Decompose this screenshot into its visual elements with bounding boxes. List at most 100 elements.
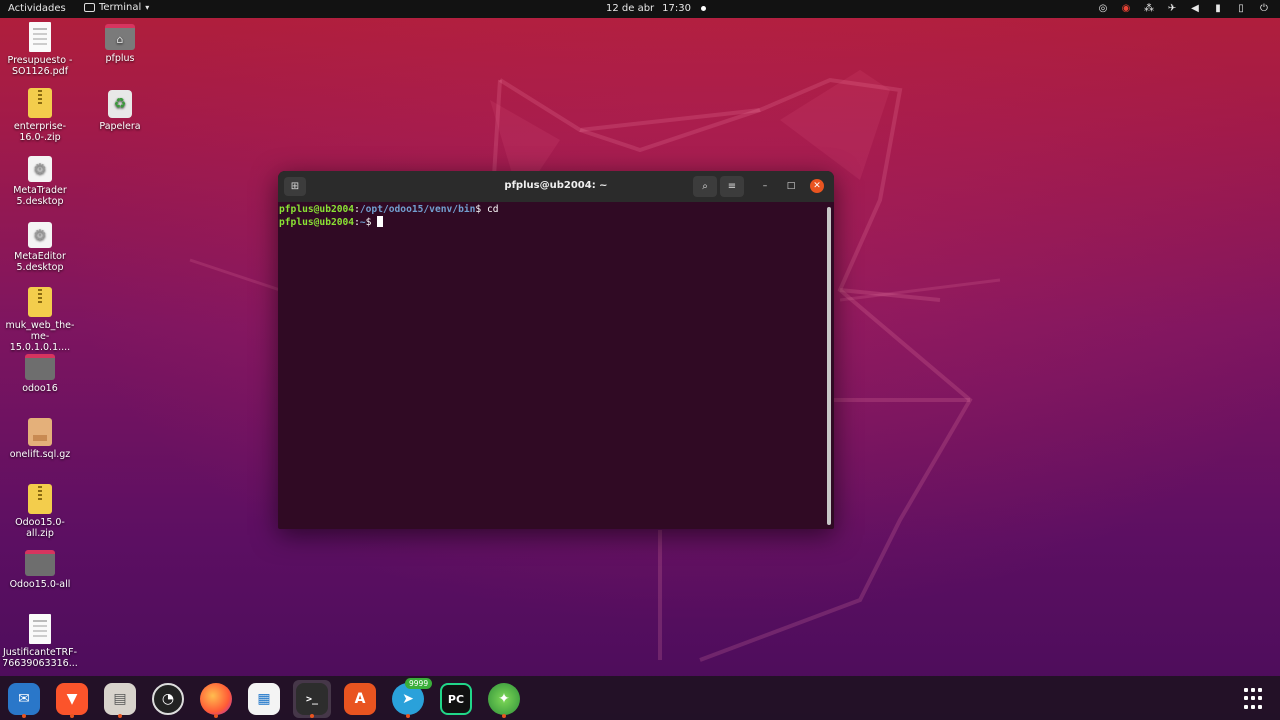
- airplane-mode-icon[interactable]: ✈: [1166, 2, 1178, 14]
- clock-time: 17:30: [662, 3, 691, 14]
- terminal-app-icon: [84, 3, 95, 12]
- software-center-icon: A: [344, 683, 376, 715]
- microphone-icon[interactable]: ▮: [1212, 2, 1224, 14]
- desktop-icon-justificante[interactable]: JustificanteTRF-76639063316...: [2, 614, 78, 669]
- grid-dot-icon: [1251, 696, 1255, 701]
- desktop-icon-odoo15-all[interactable]: Odoo15.0-all: [2, 550, 78, 590]
- maximize-icon: □: [786, 181, 796, 191]
- zip-file-icon: [28, 484, 52, 514]
- zip-file-icon: [28, 287, 52, 317]
- gear-icon: ⚙: [28, 156, 52, 182]
- document-file-icon: [29, 614, 51, 644]
- zip-file-icon: [28, 88, 52, 118]
- desktop-icon-label: Presupuesto - SO1126.pdf: [7, 55, 73, 77]
- dock-terminal[interactable]: >_: [293, 680, 331, 718]
- pdf-file-icon: [29, 22, 51, 52]
- power-icon[interactable]: ⏻: [1258, 2, 1270, 14]
- desktop-icon-onelift[interactable]: onelift.sql.gz: [2, 418, 78, 460]
- maximize-button[interactable]: □: [784, 179, 798, 193]
- scrollbar[interactable]: [827, 207, 831, 525]
- dock-firefox[interactable]: [197, 680, 235, 718]
- firefox-icon: [200, 683, 232, 715]
- desktop-icon-label: odoo16: [22, 383, 58, 394]
- system-tray[interactable]: ◎ ◉ ⁂ ✈ ◀ ▮ ▯ ⏻: [1097, 2, 1270, 14]
- desktop-icon-label: Odoo15.0-all: [9, 579, 71, 590]
- notification-dot-icon: [701, 6, 706, 11]
- desktop-icon-papelera[interactable]: ♻ Papelera: [82, 90, 158, 132]
- grid-dot-icon: [1258, 704, 1262, 709]
- dock-obs[interactable]: ◔: [149, 680, 187, 718]
- desktop-icon-muk-web-theme[interactable]: muk_web_the-me-15.0.1.0.1....: [2, 287, 78, 353]
- dock-brave[interactable]: ▼: [53, 680, 91, 718]
- clock-button[interactable]: 12 de abr 17:30: [606, 3, 706, 14]
- unread-badge: 9999: [405, 678, 433, 689]
- desktop-icon-label: pfplus: [105, 53, 135, 64]
- obs-icon: ◔: [152, 683, 184, 715]
- desktop-icon-odoo15-zip[interactable]: Odoo15.0-all.zip: [2, 484, 78, 539]
- terminal-icon: >_: [296, 683, 328, 715]
- terminal-window[interactable]: ⊞ pfplus@ub2004: ~ ⌕ ≡ – □ ✕ pfplus@ub20…: [278, 171, 834, 529]
- battery-icon[interactable]: ▯: [1235, 2, 1247, 14]
- clock-date: 12 de abr: [606, 3, 655, 14]
- minimize-button[interactable]: –: [758, 179, 772, 193]
- dock-thunderbird[interactable]: ✉: [5, 680, 43, 718]
- desktop-icon-label: MetaTrader 5.desktop: [13, 185, 67, 207]
- desktop-icon-label: MetaEditor 5.desktop: [14, 251, 66, 273]
- search-button[interactable]: ⌕: [693, 176, 717, 197]
- desktop-icon-label: muk_web_the-me-15.0.1.0.1....: [5, 320, 75, 353]
- chrome-icon[interactable]: ◉: [1120, 2, 1132, 14]
- window-title: pfplus@ub2004: ~: [504, 180, 608, 191]
- running-indicator: [406, 714, 410, 718]
- writer-icon: ▦: [248, 683, 280, 715]
- terminal-line: pfplus@ub2004:~$: [279, 216, 833, 228]
- desktop-icon-enterprise-zip[interactable]: enterprise-16.0-.zip: [2, 88, 78, 143]
- trash-icon: ♻: [108, 90, 132, 118]
- desktop-icon-label: Odoo15.0-all.zip: [15, 517, 65, 539]
- folder-icon: [25, 550, 55, 576]
- desktop-icon-pfplus[interactable]: ⌂ pfplus: [82, 24, 158, 64]
- app-menu-label: Terminal: [99, 2, 142, 13]
- desktop-icon-label: onelift.sql.gz: [9, 449, 71, 460]
- thunderbird-icon: ✉: [8, 683, 40, 715]
- desktop-icon-metaeditor[interactable]: ⚙ MetaEditor 5.desktop: [2, 222, 78, 273]
- text-cursor: [377, 216, 384, 227]
- dock-telegram[interactable]: ➤ 9999: [389, 678, 433, 718]
- desktop-icon-presupuesto[interactable]: Presupuesto - SO1126.pdf: [2, 22, 78, 77]
- running-indicator: [214, 714, 218, 718]
- terminal-headerbar[interactable]: ⊞ pfplus@ub2004: ~ ⌕ ≡ – □ ✕: [278, 171, 834, 202]
- pycharm-icon: PC: [440, 683, 472, 715]
- running-indicator: [502, 714, 506, 718]
- archive-file-icon: [28, 418, 52, 446]
- minimize-icon: –: [762, 181, 768, 191]
- terminal-line: pfplus@ub2004:/opt/odoo15/venv/bin$ cd: [279, 204, 499, 215]
- grid-dot-icon: [1244, 696, 1248, 701]
- dock-files[interactable]: ▤: [101, 680, 139, 718]
- metatrader-icon: ✦: [488, 683, 520, 715]
- activities-button[interactable]: Actividades: [8, 3, 66, 14]
- chrome-icon[interactable]: ◎: [1097, 2, 1109, 14]
- grid-dot-icon: [1244, 688, 1248, 692]
- network-icon[interactable]: ⁂: [1143, 2, 1155, 14]
- dock-software[interactable]: A: [341, 680, 379, 718]
- files-icon: ▤: [104, 683, 136, 715]
- desktop-icon-label: enterprise-16.0-.zip: [13, 121, 67, 143]
- brave-icon: ▼: [56, 683, 88, 715]
- menu-button[interactable]: ≡: [720, 176, 744, 197]
- folder-icon: [25, 354, 55, 380]
- top-bar: Actividades Terminal ▾ 12 de abr 17:30 ◎…: [0, 0, 1280, 18]
- terminal-output[interactable]: pfplus@ub2004:/opt/odoo15/venv/bin$ cd p…: [278, 202, 834, 529]
- running-indicator: [310, 714, 314, 718]
- dock-writer[interactable]: ▦: [245, 680, 283, 718]
- app-menu-button[interactable]: Terminal ▾: [84, 2, 149, 13]
- dock-pycharm[interactable]: PC: [437, 680, 475, 718]
- grid-dot-icon: [1258, 696, 1262, 701]
- grid-dot-icon: [1258, 688, 1262, 692]
- dock-metatrader[interactable]: ✦: [485, 680, 523, 718]
- close-icon: ✕: [813, 181, 821, 191]
- volume-icon[interactable]: ◀: [1189, 2, 1201, 14]
- desktop-icon-metatrader[interactable]: ⚙ MetaTrader 5.desktop: [2, 156, 78, 207]
- show-applications-button[interactable]: [1244, 688, 1266, 710]
- close-button[interactable]: ✕: [810, 179, 824, 193]
- dock: [0, 676, 1280, 720]
- desktop-icon-odoo16[interactable]: odoo16: [2, 354, 78, 394]
